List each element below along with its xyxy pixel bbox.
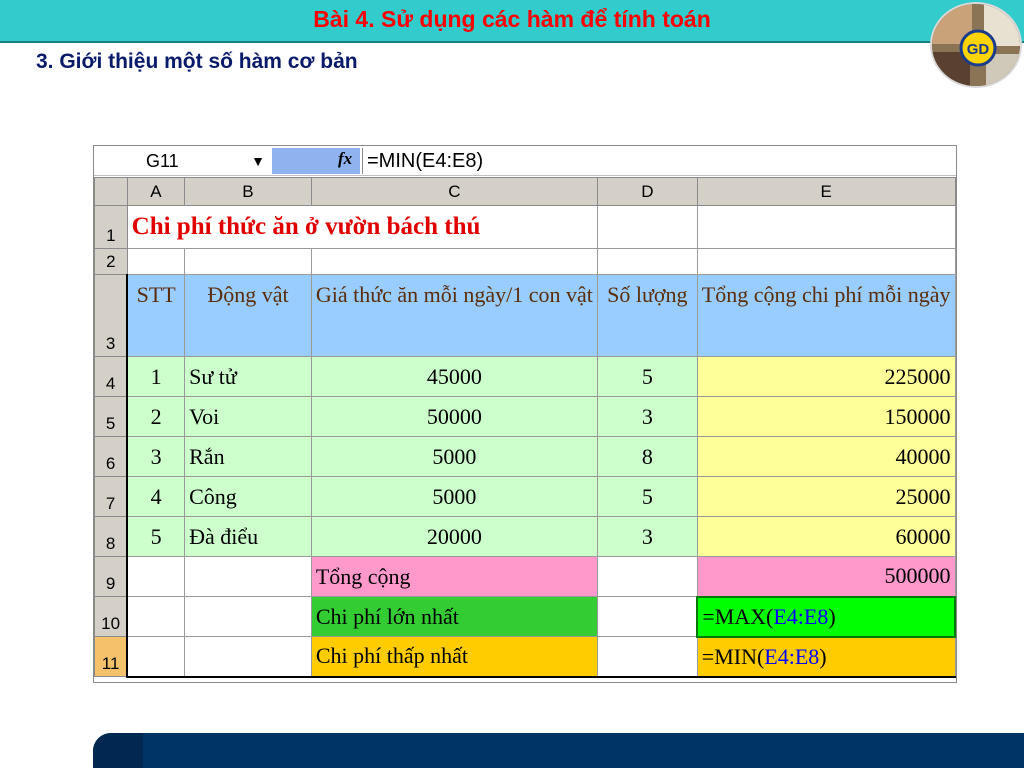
row-header-7[interactable]: 7 — [94, 476, 128, 517]
table-row: 6 3 Rắn 5000 8 40000 — [94, 436, 956, 477]
cell-b2[interactable] — [184, 248, 312, 275]
cell-price[interactable]: 45000 — [310, 356, 598, 397]
cell-grid: A B C D E 1 Chi phí thức ăn ở vườn bách … — [94, 177, 956, 678]
max-formula-cell[interactable]: =MAX(E4:E8) — [696, 595, 956, 638]
cell-qty[interactable]: 5 — [596, 476, 698, 517]
svg-text:GD: GD — [967, 41, 990, 58]
row-header-3[interactable]: 3 — [94, 274, 128, 357]
column-header-d[interactable]: D — [596, 177, 698, 206]
cell-price[interactable]: 50000 — [310, 396, 598, 437]
footer-bar — [93, 733, 1024, 768]
cell-a2[interactable] — [126, 248, 186, 275]
column-header-e[interactable]: E — [696, 177, 956, 206]
cell-b10[interactable] — [184, 596, 312, 637]
header-total[interactable]: Tổng cộng chi phí mỗi ngày — [696, 274, 956, 357]
cell-stt[interactable]: 4 — [126, 476, 186, 517]
cell-animal[interactable]: Đà điểu — [184, 516, 312, 557]
cell-total[interactable]: 25000 — [696, 476, 956, 517]
cell-animal[interactable]: Voi — [184, 396, 312, 437]
row-header-11[interactable]: 11 — [94, 636, 128, 677]
max-close-paren: ) — [828, 603, 836, 629]
header-stt[interactable]: STT — [126, 274, 186, 357]
chevron-down-icon[interactable]: ▼ — [244, 148, 272, 174]
cell-price[interactable]: 20000 — [310, 516, 598, 557]
cell-qty[interactable]: 8 — [596, 436, 698, 477]
logo-icon: GD — [930, 2, 1022, 88]
cell-d2[interactable] — [596, 248, 698, 275]
table-row: 4 1 Sư tử 45000 5 225000 — [94, 356, 956, 397]
column-header-a[interactable]: A — [126, 177, 186, 206]
max-function-text: =MAX( — [702, 603, 774, 629]
min-close-paren: ) — [819, 643, 827, 669]
cell-b11[interactable] — [184, 636, 312, 678]
header-qty[interactable]: Số lượng — [596, 274, 698, 357]
formula-bar: G11 ▼ fx =MIN(E4:E8) — [94, 146, 956, 176]
cell-animal[interactable]: Công — [184, 476, 312, 517]
total-value-cell[interactable]: 500000 — [696, 556, 956, 597]
cell-qty[interactable]: 3 — [596, 516, 698, 557]
cell-c2[interactable] — [310, 248, 598, 275]
row-header-1[interactable]: 1 — [94, 205, 128, 249]
cell-stt[interactable]: 3 — [126, 436, 186, 477]
slide-title-bar: Bài 4. Sử dụng các hàm để tính toán — [0, 0, 1024, 43]
cell-stt[interactable]: 2 — [126, 396, 186, 437]
formula-input[interactable]: =MIN(E4:E8) — [362, 148, 488, 174]
select-all-corner[interactable] — [94, 177, 128, 206]
cell-d1[interactable] — [596, 205, 698, 249]
row-header-9[interactable]: 9 — [94, 556, 128, 597]
table-row: 5 2 Voi 50000 3 150000 — [94, 396, 956, 437]
cell-b9[interactable] — [184, 556, 312, 597]
cell-animal[interactable]: Rắn — [184, 436, 312, 477]
cell-stt[interactable]: 5 — [126, 516, 186, 557]
column-header-c[interactable]: C — [310, 177, 598, 206]
sheet-title-cell[interactable]: Chi phí thức ăn ở vườn bách thú — [126, 205, 598, 249]
header-price[interactable]: Giá thức ăn mỗi ngày/1 con vật — [310, 274, 598, 357]
name-box[interactable]: G11 — [94, 148, 244, 174]
min-range-ref: E4:E8 — [764, 643, 820, 669]
min-formula-cell[interactable]: =MIN(E4:E8) — [696, 636, 956, 678]
min-label-cell[interactable]: Chi phí thấp nhất — [310, 636, 598, 678]
cell-qty[interactable]: 5 — [596, 356, 698, 397]
min-function-text: =MIN( — [701, 643, 765, 669]
row-header-5[interactable]: 5 — [94, 396, 128, 437]
cell-price[interactable]: 5000 — [310, 476, 598, 517]
row-header-2[interactable]: 2 — [94, 248, 128, 275]
header-animal[interactable]: Động vật — [184, 274, 312, 357]
spreadsheet: G11 ▼ fx =MIN(E4:E8) A B C D E 1 Chi phí… — [93, 145, 957, 683]
table-row: 8 5 Đà điểu 20000 3 60000 — [94, 516, 956, 557]
max-label-cell[interactable]: Chi phí lớn nhất — [310, 596, 598, 637]
cell-d10[interactable] — [596, 596, 698, 637]
footer-accent — [93, 733, 143, 768]
cell-price[interactable]: 5000 — [310, 436, 598, 477]
cell-e1[interactable] — [696, 205, 956, 249]
cell-a10[interactable] — [126, 596, 186, 637]
cell-a9[interactable] — [126, 556, 186, 597]
row-header-4[interactable]: 4 — [94, 356, 128, 397]
row-header-8[interactable]: 8 — [94, 516, 128, 557]
cell-total[interactable]: 225000 — [696, 356, 956, 397]
row-header-10[interactable]: 10 — [94, 596, 128, 637]
cell-qty[interactable]: 3 — [596, 396, 698, 437]
cell-e2[interactable] — [696, 248, 956, 275]
slide-title: Bài 4. Sử dụng các hàm để tính toán — [313, 6, 711, 32]
cell-a11[interactable] — [126, 636, 186, 678]
cell-stt[interactable]: 1 — [126, 356, 186, 397]
cell-d9[interactable] — [596, 556, 698, 597]
fx-icon[interactable]: fx — [338, 149, 352, 169]
table-row: 7 4 Công 5000 5 25000 — [94, 476, 956, 517]
row-header-6[interactable]: 6 — [94, 436, 128, 477]
cell-total[interactable]: 40000 — [696, 436, 956, 477]
max-range-ref: E4:E8 — [773, 603, 829, 629]
cell-total[interactable]: 60000 — [696, 516, 956, 557]
slide-subtitle: 3. Giới thiệu một số hàm cơ bản — [36, 50, 358, 73]
column-header-b[interactable]: B — [184, 177, 312, 206]
cell-d11[interactable] — [596, 636, 698, 678]
cell-animal[interactable]: Sư tử — [184, 356, 312, 397]
total-label-cell[interactable]: Tổng cộng — [310, 556, 598, 597]
cell-total[interactable]: 150000 — [696, 396, 956, 437]
